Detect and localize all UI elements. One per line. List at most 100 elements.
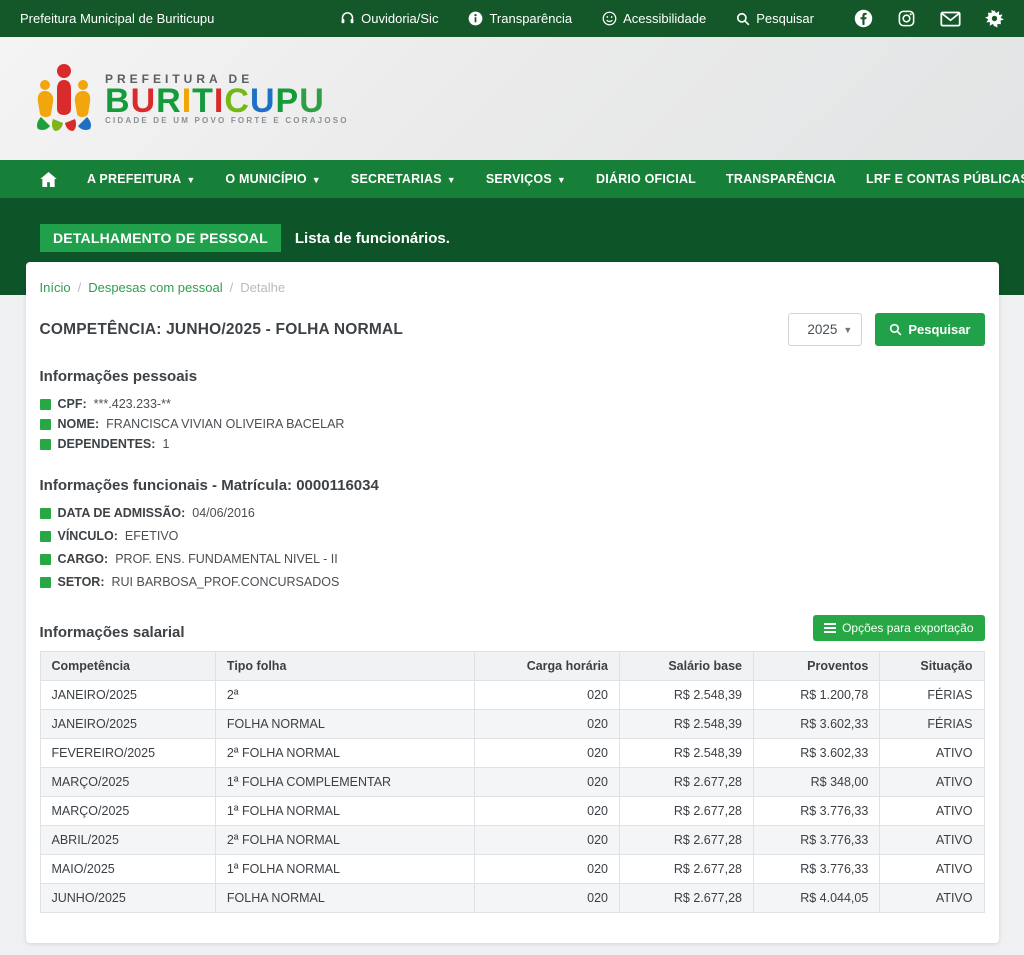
instagram-icon[interactable] [897, 9, 916, 28]
breadcrumb: Início / Despesas com pessoal / Detalhe [40, 278, 985, 313]
chevron-down-icon: ▼ [447, 175, 456, 185]
hero-badge: DETALHAMENTO DE PESSOAL [40, 224, 281, 252]
social-icons [854, 9, 1004, 28]
nav-item-transpar-ncia[interactable]: TRANSPARÊNCIA [726, 172, 836, 186]
nav-item-lrf-e-contas-p-blicas[interactable]: LRF E CONTAS PÚBLICAS▼ [866, 172, 1024, 186]
export-options-label: Opções para exportação [842, 621, 973, 635]
info-item: DATA DE ADMISSÃO: 04/06/2016 [40, 506, 985, 520]
email-icon[interactable] [940, 11, 961, 27]
year-select-value: 2025 [807, 322, 837, 337]
home-icon[interactable] [40, 172, 57, 187]
table-cell: MAIO/2025 [40, 855, 215, 884]
table-cell: 020 [475, 710, 620, 739]
table-cell: 020 [475, 768, 620, 797]
search-button[interactable]: Pesquisar [875, 313, 984, 346]
list-icon [824, 623, 836, 633]
search-button-label: Pesquisar [908, 322, 970, 337]
table-cell: R$ 2.548,39 [619, 681, 753, 710]
table-cell: R$ 3.602,33 [754, 739, 880, 768]
table-row: MARÇO/20251ª FOLHA NORMAL020R$ 2.677,28R… [40, 797, 984, 826]
table-row: JANEIRO/2025FOLHA NORMAL020R$ 2.548,39R$… [40, 710, 984, 739]
content-card: Início / Despesas com pessoal / Detalhe … [26, 262, 999, 943]
info-item: DEPENDENTES:1 [40, 437, 985, 451]
info-label: CARGO: [58, 552, 109, 566]
table-cell: ATIVO [880, 855, 984, 884]
search-icon [736, 12, 750, 26]
nav-item-o-munic-pio[interactable]: O MUNICÍPIO▼ [225, 172, 320, 186]
table-cell: 020 [475, 681, 620, 710]
bullet-square-icon [40, 554, 51, 565]
chevron-down-icon: ▼ [312, 175, 321, 185]
facebook-icon[interactable] [854, 9, 873, 28]
bullet-square-icon [40, 419, 51, 430]
logo-name: BURITICUPU [105, 86, 349, 116]
topbar-link-ouvidoria-sic[interactable]: Ouvidoria/Sic [340, 11, 438, 26]
nav-item-servi-os[interactable]: SERVIÇOS▼ [486, 172, 566, 186]
table-row: JUNHO/2025FOLHA NORMAL020R$ 2.677,28R$ 4… [40, 884, 984, 913]
table-cell: 020 [475, 884, 620, 913]
table-cell: 1ª FOLHA NORMAL [215, 855, 475, 884]
table-cell: R$ 2.677,28 [619, 826, 753, 855]
export-options-button[interactable]: Opções para exportação [813, 615, 984, 641]
info-item: CPF:***.423.233-** [40, 397, 985, 411]
personal-info-list: CPF:***.423.233-**NOME:FRANCISCA VIVIAN … [40, 397, 985, 451]
chevron-down-icon: ▼ [557, 175, 566, 185]
table-cell: 020 [475, 855, 620, 884]
column-header: Salário base [619, 652, 753, 681]
table-cell: R$ 3.602,33 [754, 710, 880, 739]
nav-item-a-prefeitura[interactable]: A PREFEITURA▼ [87, 172, 195, 186]
info-label: CPF: [58, 397, 87, 411]
table-row: ABRIL/20252ª FOLHA NORMAL020R$ 2.677,28R… [40, 826, 984, 855]
table-cell: FÉRIAS [880, 710, 984, 739]
table-cell: R$ 3.776,33 [754, 826, 880, 855]
table-cell: R$ 2.548,39 [619, 739, 753, 768]
table-cell: R$ 3.776,33 [754, 797, 880, 826]
info-value: FRANCISCA VIVIAN OLIVEIRA BACELAR [106, 417, 344, 431]
topbar-link-acessibilidade[interactable]: Acessibilidade [602, 11, 706, 26]
breadcrumb-despesas[interactable]: Despesas com pessoal [88, 280, 222, 295]
table-cell: MARÇO/2025 [40, 768, 215, 797]
topbar-links: Ouvidoria/Sic Transparência Acessibilidade… [340, 9, 1004, 28]
table-cell: FOLHA NORMAL [215, 710, 475, 739]
column-header: Situação [880, 652, 984, 681]
table-row: JANEIRO/20252ª020R$ 2.548,39R$ 1.200,78F… [40, 681, 984, 710]
info-icon [468, 11, 483, 26]
functional-heading: Informações funcionais - Matrícula: 0000… [40, 477, 985, 494]
info-label: DATA DE ADMISSÃO: [58, 506, 186, 520]
hero-subtitle: Lista de funcionários. [295, 230, 450, 247]
column-header: Proventos [754, 652, 880, 681]
salarial-heading: Informações salarial [40, 624, 185, 641]
site-logo[interactable]: PREFEITURA DE BURITICUPU CIDADE DE UM PO… [33, 59, 349, 138]
breadcrumb-separator: / [78, 280, 82, 295]
info-item: VÍNCULO:EFETIVO [40, 529, 985, 543]
table-cell: FÉRIAS [880, 681, 984, 710]
topbar-link-transpar-ncia[interactable]: Transparência [468, 11, 572, 26]
bullet-square-icon [40, 399, 51, 410]
breadcrumb-inicio[interactable]: Início [40, 280, 71, 295]
topbar-link-pesquisar[interactable]: Pesquisar [736, 11, 814, 26]
info-label: SETOR: [58, 575, 105, 589]
nav-item-di-rio-oficial[interactable]: DIÁRIO OFICIAL [596, 172, 696, 186]
table-cell: ATIVO [880, 826, 984, 855]
table-cell: MARÇO/2025 [40, 797, 215, 826]
info-value: 04/06/2016 [192, 506, 255, 520]
table-cell: 2ª [215, 681, 475, 710]
table-cell: ATIVO [880, 884, 984, 913]
site-name: Prefeitura Municipal de Buriticupu [20, 11, 214, 26]
salary-table: CompetênciaTipo folhaCarga horáriaSalári… [40, 651, 985, 913]
contrast-icon[interactable] [985, 9, 1004, 28]
column-header: Carga horária [475, 652, 620, 681]
main-nav: A PREFEITURA▼ O MUNICÍPIO▼ SECRETARIAS▼ SER… [0, 160, 1024, 198]
table-cell: ATIVO [880, 797, 984, 826]
nav-item-secretarias[interactable]: SECRETARIAS▼ [351, 172, 456, 186]
info-item: CARGO:PROF. ENS. FUNDAMENTAL NIVEL - II [40, 552, 985, 566]
bullet-square-icon [40, 531, 51, 542]
bullet-square-icon [40, 439, 51, 450]
table-cell: R$ 2.548,39 [619, 710, 753, 739]
table-cell: JUNHO/2025 [40, 884, 215, 913]
info-value: RUI BARBOSA_PROF.CONCURSADOS [112, 575, 340, 589]
table-cell: R$ 1.200,78 [754, 681, 880, 710]
year-select[interactable]: 2025 ▼ [788, 313, 862, 346]
table-cell: ABRIL/2025 [40, 826, 215, 855]
table-cell: R$ 348,00 [754, 768, 880, 797]
